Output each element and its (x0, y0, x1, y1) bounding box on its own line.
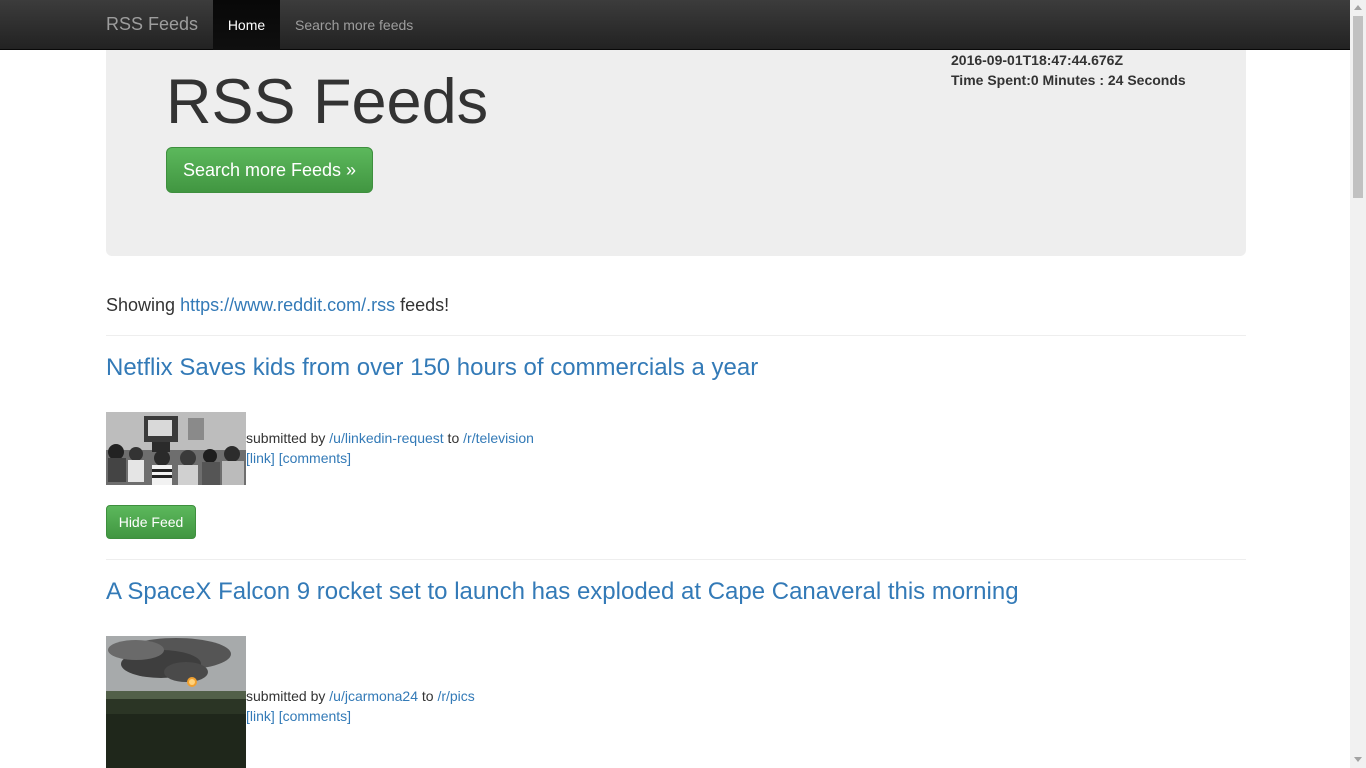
feed-url-link[interactable]: https://www.reddit.com/.rss (180, 295, 395, 315)
feed-thumbnail[interactable] (106, 636, 246, 768)
feed-meta: submitted by /u/jcarmona24 to /r/pics [l… (246, 686, 475, 726)
showing-text: Showing https://www.reddit.com/.rss feed… (106, 293, 449, 317)
divider (106, 559, 1246, 560)
time-spent: Time Spent:0 Minutes : 24 Seconds (951, 72, 1186, 88)
submitted-line: submitted by /u/linkedin-request to /r/t… (246, 428, 534, 448)
comments-link[interactable]: [comments] (279, 708, 351, 724)
navbar: RSS Feeds Home Search more feeds (0, 0, 1350, 50)
page-title: RSS Feeds (166, 67, 489, 137)
links-line: [link] [comments] (246, 448, 534, 468)
navbar-brand[interactable]: RSS Feeds (106, 14, 198, 34)
submitted-by-label: submitted by (246, 688, 330, 704)
nav-home[interactable]: Home (213, 0, 280, 50)
hide-feed-button[interactable]: Hide Feed (106, 505, 196, 539)
link-link[interactable]: [link] (246, 450, 275, 466)
showing-suffix: feeds! (395, 295, 450, 315)
link-link[interactable]: [link] (246, 708, 275, 724)
comments-link[interactable]: [comments] (279, 450, 351, 466)
time-info: 2016-09-01T18:47:44.676Z Time Spent:0 Mi… (951, 50, 1186, 90)
submitted-by-label: submitted by (246, 430, 330, 446)
to-label: to (443, 430, 464, 446)
feed-meta: submitted by /u/linkedin-request to /r/t… (246, 428, 534, 468)
search-more-feeds-button[interactable]: Search more Feeds » (166, 147, 373, 193)
showing-prefix: Showing (106, 295, 181, 315)
subreddit-link[interactable]: /r/pics (437, 688, 474, 704)
submitted-line: submitted by /u/jcarmona24 to /r/pics (246, 686, 475, 706)
scrollbar-thumb[interactable] (1353, 16, 1363, 198)
author-link[interactable]: /u/linkedin-request (329, 430, 443, 446)
feed-title[interactable]: A SpaceX Falcon 9 rocket set to launch h… (106, 577, 1019, 607)
vertical-scrollbar[interactable] (1350, 0, 1366, 768)
subreddit-link[interactable]: /r/television (463, 430, 534, 446)
to-label: to (417, 688, 438, 704)
timestamp: 2016-09-01T18:47:44.676Z (951, 52, 1124, 68)
author-link[interactable]: /u/jcarmona24 (329, 688, 418, 704)
nav-search-more-feeds[interactable]: Search more feeds (295, 0, 413, 50)
feed-title[interactable]: Netflix Saves kids from over 150 hours o… (106, 353, 758, 383)
feed-thumbnail[interactable] (106, 412, 246, 485)
divider (106, 335, 1246, 336)
jumbotron: RSS Feeds Search more Feeds » 2016-09-01… (106, 50, 1246, 256)
scroll-down-arrow-icon[interactable] (1354, 757, 1362, 762)
links-line: [link] [comments] (246, 706, 475, 726)
scroll-up-arrow-icon[interactable] (1354, 5, 1362, 10)
